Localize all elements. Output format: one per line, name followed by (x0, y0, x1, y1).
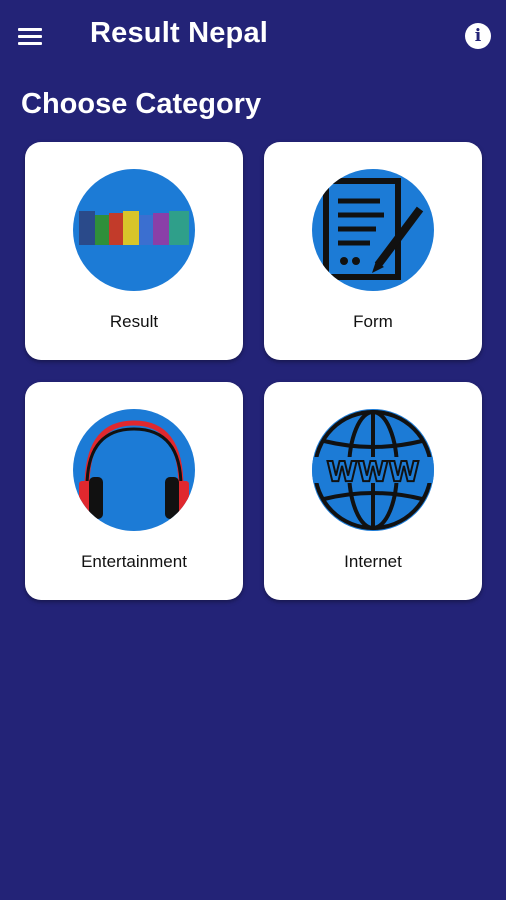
category-card-internet[interactable]: WWW Internet (264, 382, 482, 600)
category-label: Result (109, 312, 159, 331)
form-document-icon (312, 169, 434, 291)
category-grid: Result Form Entertainment WWW Internet (0, 0, 506, 900)
svg-text:WWW: WWW (327, 455, 420, 488)
results-logo-icon (73, 169, 195, 291)
category-label: Form (353, 312, 393, 331)
category-card-result[interactable]: Result (25, 142, 243, 360)
www-globe-icon: WWW (312, 409, 434, 531)
category-label: Entertainment (81, 552, 187, 571)
category-label: Internet (344, 552, 402, 571)
headphones-icon (73, 409, 195, 531)
category-card-entertainment[interactable]: Entertainment (25, 382, 243, 600)
category-card-form[interactable]: Form (264, 142, 482, 360)
